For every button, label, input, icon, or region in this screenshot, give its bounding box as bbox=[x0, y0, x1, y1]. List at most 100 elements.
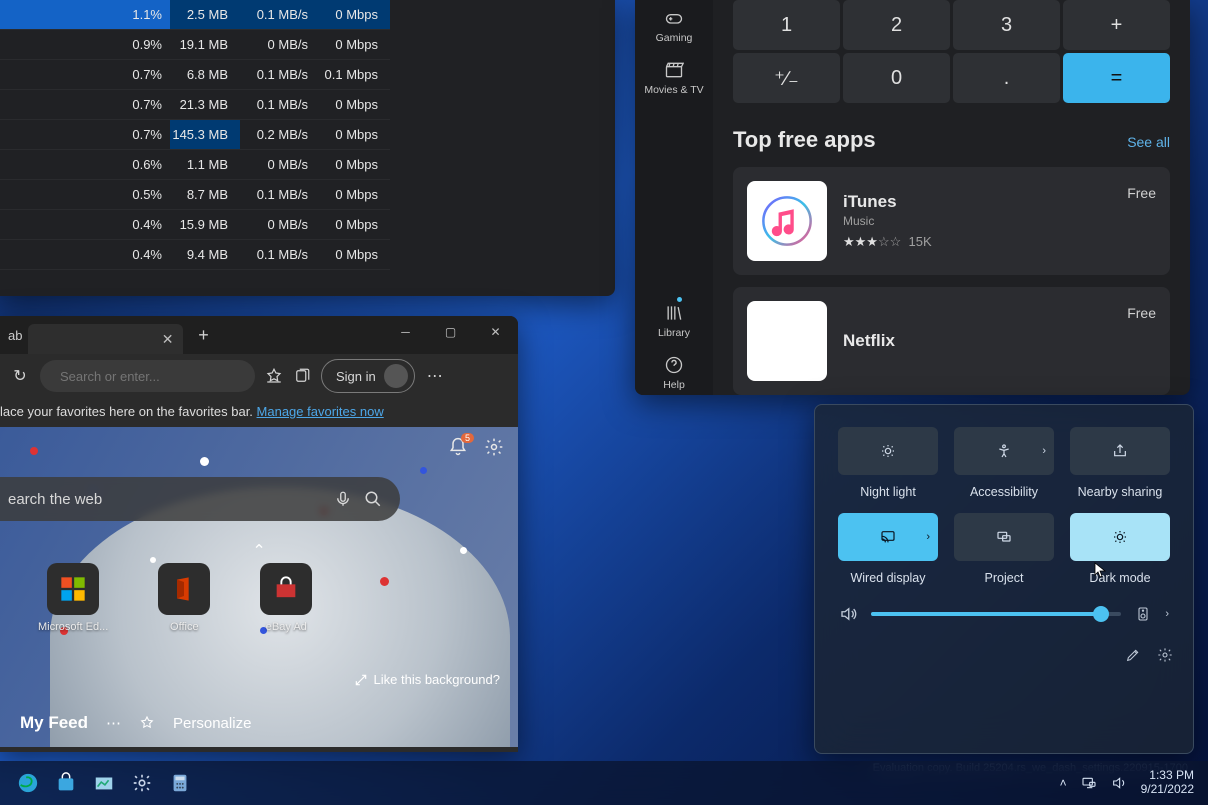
sign-in-button[interactable]: Sign in bbox=[321, 359, 415, 393]
task-manager-window: 1.1%2.5 MB0.1 MB/s0 Mbps0.9%19.1 MB0 MB/… bbox=[0, 0, 615, 296]
tab-title[interactable]: ab bbox=[8, 328, 22, 343]
edge-icon bbox=[17, 772, 39, 794]
more-button[interactable]: ⋯ bbox=[425, 366, 445, 386]
notifications-button[interactable]: 5 bbox=[448, 437, 468, 457]
network-icon[interactable] bbox=[1081, 775, 1097, 791]
taskbar-explorer[interactable] bbox=[90, 769, 118, 797]
quicklink-tile[interactable]: Microsoft Ed... bbox=[38, 563, 108, 633]
taskbar: ˄ 1:33 PM 9/21/2022 bbox=[0, 761, 1208, 805]
calculator-icon bbox=[169, 772, 191, 794]
search-web-bar[interactable]: earch the web bbox=[0, 477, 400, 521]
like-background-link[interactable]: Like this background? bbox=[354, 672, 500, 687]
taskbar-calculator[interactable] bbox=[166, 769, 194, 797]
process-table: 1.1%2.5 MB0.1 MB/s0 Mbps0.9%19.1 MB0 MB/… bbox=[0, 0, 615, 270]
speaker-icon[interactable] bbox=[839, 605, 857, 623]
qs-tile-nearby-sharing[interactable]: Nearby sharing bbox=[1069, 427, 1171, 499]
output-device-icon[interactable] bbox=[1135, 606, 1151, 622]
new-tab-button[interactable]: + bbox=[189, 321, 217, 349]
sidebar-item-movies[interactable]: Movies & TV bbox=[644, 56, 703, 100]
maximize-button[interactable]: ▢ bbox=[428, 316, 473, 348]
favorites-bar: lace your favorites here on the favorite… bbox=[0, 398, 518, 427]
sidebar-item-help[interactable]: Help bbox=[663, 351, 685, 395]
qs-tile-dark-mode[interactable]: Dark mode bbox=[1069, 513, 1171, 585]
see-all-link[interactable]: See all bbox=[1127, 134, 1170, 150]
table-row[interactable]: 1.1%2.5 MB0.1 MB/s0 Mbps bbox=[0, 0, 390, 30]
mic-icon[interactable] bbox=[334, 490, 352, 508]
refresh-button[interactable]: ↻ bbox=[10, 366, 30, 386]
app-name: Netflix bbox=[843, 331, 1111, 351]
store-icon bbox=[55, 772, 77, 794]
quicklink-tile[interactable]: eBay Ad bbox=[260, 563, 312, 633]
star-icon bbox=[139, 715, 155, 731]
library-icon bbox=[664, 303, 684, 323]
sidebar-item-gaming[interactable]: Gaming bbox=[656, 4, 693, 48]
calc-key[interactable]: 3 bbox=[953, 0, 1060, 50]
table-row[interactable]: 0.5%8.7 MB0.1 MB/s0 Mbps bbox=[0, 180, 390, 210]
calc-key[interactable]: . bbox=[953, 53, 1060, 103]
table-row[interactable]: 0.9%19.1 MB0 MB/s0 Mbps bbox=[0, 30, 390, 60]
app-category: Music bbox=[843, 214, 1111, 228]
quick-settings-flyout: Night light›AccessibilityNearby sharing ›… bbox=[814, 404, 1194, 754]
table-row[interactable]: 0.4%9.4 MB0.1 MB/s0 Mbps bbox=[0, 240, 390, 270]
calc-key[interactable]: ⁺∕₋ bbox=[733, 53, 840, 103]
gear-icon[interactable] bbox=[1157, 647, 1173, 663]
settings-button[interactable] bbox=[484, 437, 504, 457]
table-row[interactable]: 0.7%6.8 MB0.1 MB/s0.1 Mbps bbox=[0, 60, 390, 90]
store-window: Gaming Movies & TV Library Help 123+ ⁺∕₋0… bbox=[635, 0, 1190, 395]
speaker-icon[interactable] bbox=[1111, 775, 1127, 791]
store-sidebar: Gaming Movies & TV Library Help bbox=[635, 0, 713, 395]
clapper-icon bbox=[664, 60, 684, 80]
notification-dot bbox=[677, 297, 682, 302]
table-row[interactable]: 0.6%1.1 MB0 MB/s0 Mbps bbox=[0, 150, 390, 180]
app-card[interactable]: iTunes Music★★★☆☆ 15K Free bbox=[733, 167, 1170, 275]
taskbar-edge[interactable] bbox=[14, 769, 42, 797]
table-row[interactable]: 0.7%21.3 MB0.1 MB/s0 Mbps bbox=[0, 90, 390, 120]
folder-icon bbox=[93, 772, 115, 794]
volume-row: › bbox=[815, 591, 1193, 637]
app-price: Free bbox=[1127, 305, 1156, 321]
search-icon[interactable] bbox=[364, 490, 382, 508]
personalize-link[interactable]: Personalize bbox=[173, 715, 251, 732]
sidebar-item-library[interactable]: Library bbox=[658, 299, 690, 343]
close-tab-icon[interactable]: ✕ bbox=[162, 331, 174, 348]
edit-icon[interactable] bbox=[1125, 647, 1141, 663]
taskbar-store[interactable] bbox=[52, 769, 80, 797]
volume-slider[interactable] bbox=[871, 612, 1121, 616]
minimize-button[interactable]: ─ bbox=[383, 316, 428, 348]
chevron-right-icon[interactable]: › bbox=[1165, 608, 1169, 620]
qs-tile-night-light[interactable]: Night light bbox=[837, 427, 939, 499]
calculator-keypad: 123+ ⁺∕₋0.= bbox=[733, 0, 1170, 103]
browser-tab[interactable]: ✕ bbox=[28, 324, 183, 354]
calc-key[interactable]: 2 bbox=[843, 0, 950, 50]
new-tab-page: 5 earch the web ⌄ Microsoft Ed... Officee… bbox=[0, 427, 518, 747]
quicklink-tile[interactable]: Office bbox=[158, 563, 210, 633]
close-button[interactable]: ✕ bbox=[473, 316, 518, 348]
feed-more-button[interactable]: ⋯ bbox=[106, 714, 121, 732]
search-input[interactable] bbox=[60, 369, 236, 384]
favorites-icon[interactable] bbox=[265, 367, 283, 385]
taskbar-settings[interactable] bbox=[128, 769, 156, 797]
calc-key[interactable]: 1 bbox=[733, 0, 840, 50]
app-icon bbox=[747, 181, 827, 261]
gear-icon bbox=[484, 437, 504, 457]
my-feed-label[interactable]: My Feed bbox=[20, 713, 88, 733]
tray-chevron-up-icon[interactable]: ˄ bbox=[1060, 776, 1067, 790]
calc-key[interactable]: + bbox=[1063, 0, 1170, 50]
qs-tile-project[interactable]: Project bbox=[953, 513, 1055, 585]
manage-favorites-link[interactable]: Manage favorites now bbox=[257, 404, 384, 419]
store-section-title: Top free apps bbox=[733, 127, 876, 153]
qs-tile-wired-display[interactable]: ›Wired display bbox=[837, 513, 939, 585]
taskbar-clock[interactable]: 1:33 PM 9/21/2022 bbox=[1141, 769, 1194, 797]
app-icon bbox=[747, 301, 827, 381]
app-name: iTunes bbox=[843, 192, 1111, 212]
table-row[interactable]: 0.4%15.9 MB0 MB/s0 Mbps bbox=[0, 210, 390, 240]
avatar-icon bbox=[384, 364, 408, 388]
collections-icon[interactable] bbox=[293, 367, 311, 385]
calc-key[interactable]: 0 bbox=[843, 53, 950, 103]
address-bar[interactable] bbox=[40, 360, 255, 392]
calc-key[interactable]: = bbox=[1063, 53, 1170, 103]
app-card[interactable]: Netflix Free bbox=[733, 287, 1170, 395]
qs-tile-accessibility[interactable]: ›Accessibility bbox=[953, 427, 1055, 499]
table-row[interactable]: 0.7%145.3 MB0.2 MB/s0 Mbps bbox=[0, 120, 390, 150]
chevron-up-icon[interactable]: ⌄ bbox=[252, 539, 265, 559]
